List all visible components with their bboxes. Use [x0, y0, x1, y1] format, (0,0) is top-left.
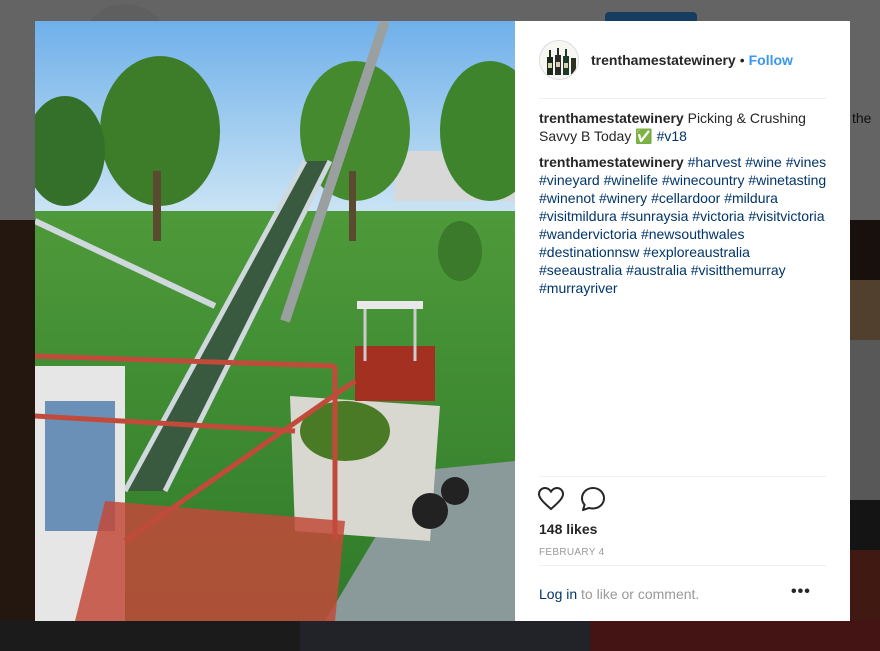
header-username[interactable]: trenthamestatewinery: [591, 52, 736, 68]
post-date: FEBRUARY 4: [539, 547, 605, 558]
hashtag-link[interactable]: #winery: [599, 190, 647, 206]
hashtag-link[interactable]: #visitthemurray: [691, 262, 786, 278]
wine-bottles-logo-icon: [540, 41, 578, 79]
hashtag-link[interactable]: #australia: [626, 262, 687, 278]
post-sidebar: trenthamestatewinery • Follow trenthames…: [515, 21, 850, 621]
caption-hashtag[interactable]: #v18: [657, 128, 687, 144]
hashtag-list: #harvest #wine #vines #vineyard #winelif…: [539, 154, 826, 296]
hashtag-link[interactable]: #visitvictoria: [748, 208, 824, 224]
login-prompt: Log in to like or comment.: [539, 586, 699, 602]
comments-section: trenthamestatewinery Picking & Crushing …: [539, 109, 829, 305]
hashtag-link[interactable]: #visitmildura: [539, 208, 617, 224]
divider: [539, 476, 826, 477]
login-link[interactable]: Log in: [539, 586, 577, 602]
caption-username[interactable]: trenthamestatewinery: [539, 110, 684, 126]
hashtag-link[interactable]: #mildura: [724, 190, 778, 206]
hashtag-link[interactable]: #cellardoor: [651, 190, 720, 206]
post-modal: trenthamestatewinery • Follow trenthames…: [35, 21, 850, 621]
hashtag-link[interactable]: #harvest: [688, 154, 742, 170]
hashtag-link[interactable]: #vines: [786, 154, 826, 170]
header-separator: •: [739, 52, 745, 68]
post-photo[interactable]: [35, 21, 515, 621]
hashtag-link[interactable]: #seeaustralia: [539, 262, 622, 278]
hashtag-link[interactable]: #exploreaustralia: [643, 244, 750, 260]
login-prompt-text: to like or comment.: [577, 586, 700, 602]
hashtag-link[interactable]: #newsouthwales: [641, 226, 745, 242]
action-bar: [537, 485, 607, 513]
hashtag-link[interactable]: #victoria: [692, 208, 744, 224]
profile-avatar[interactable]: [539, 40, 579, 80]
heart-icon[interactable]: [537, 485, 565, 513]
hashtag-comment: trenthamestatewinery #harvest #wine #vin…: [539, 153, 829, 297]
follow-button[interactable]: Follow: [749, 52, 793, 68]
caption-comment: trenthamestatewinery Picking & Crushing …: [539, 109, 829, 145]
hashtag-link[interactable]: #wine: [745, 154, 782, 170]
hashtag-comment-username[interactable]: trenthamestatewinery: [539, 154, 684, 170]
hashtag-link[interactable]: #winecountry: [662, 172, 745, 188]
likes-count[interactable]: 148 likes: [539, 521, 597, 537]
more-options-icon[interactable]: •••: [791, 583, 811, 601]
hashtag-link[interactable]: #sunraysia: [621, 208, 689, 224]
hashtag-link[interactable]: #wandervictoria: [539, 226, 637, 242]
comment-icon[interactable]: [579, 485, 607, 513]
post-header: trenthamestatewinery • Follow: [515, 21, 850, 99]
hashtag-link[interactable]: #destinationnsw: [539, 244, 639, 260]
hashtag-link[interactable]: #winetasting: [748, 172, 826, 188]
vineyard-harvest-image: [35, 21, 515, 621]
divider: [539, 98, 826, 99]
hashtag-link[interactable]: #winenot: [539, 190, 595, 206]
divider: [539, 565, 826, 566]
hashtag-link[interactable]: #vineyard: [539, 172, 600, 188]
hashtag-link[interactable]: #murrayriver: [539, 280, 618, 296]
hashtag-link[interactable]: #winelife: [604, 172, 658, 188]
